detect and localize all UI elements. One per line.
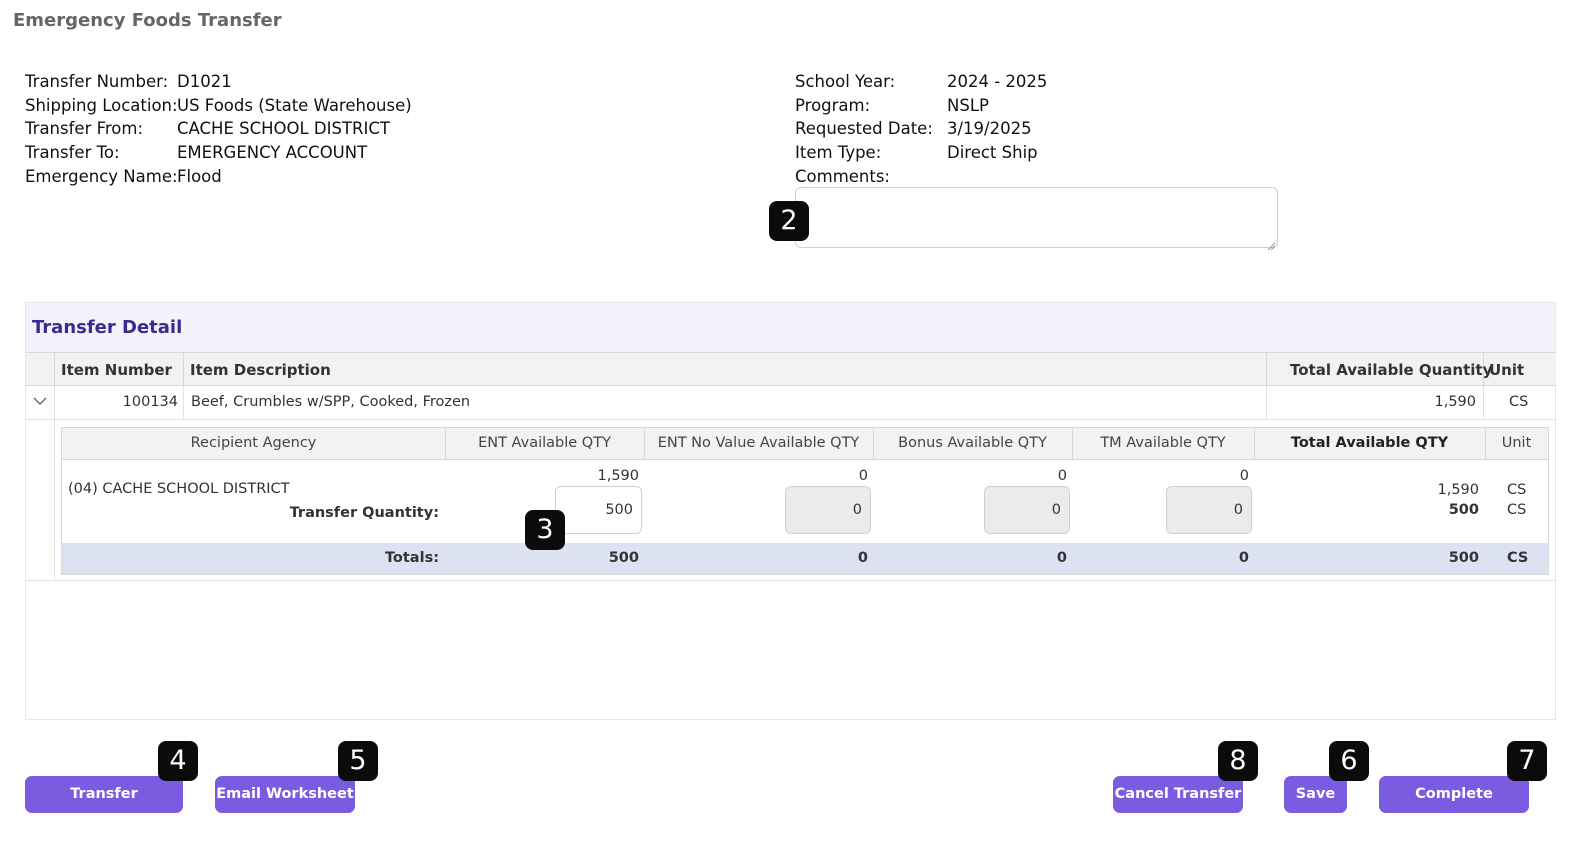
- info-row-transfer-number: Transfer Number: D1021: [25, 70, 412, 94]
- col-bonus-available-qty: Bonus Available QTY: [898, 435, 1047, 451]
- transfer-detail-panel: Transfer Detail Item Number Item Descrip…: [25, 302, 1556, 720]
- total-transfer-value: 500: [1448, 502, 1479, 518]
- item-detail-expanded: Recipient Agency ENT Available QTY ENT N…: [26, 420, 1556, 581]
- totals-unit: CS: [1507, 550, 1529, 566]
- resize-grip-icon[interactable]: [1266, 236, 1276, 251]
- item-unit: CS: [1509, 394, 1529, 410]
- info-value: CACHE SCHOOL DISTRICT: [177, 119, 390, 139]
- info-row-shipping-location: Shipping Location:US Foods (State Wareho…: [25, 94, 412, 118]
- col-total-available-quantity[interactable]: Total Available Quantity: [1290, 361, 1492, 379]
- comments-textarea[interactable]: [795, 187, 1278, 248]
- recipient-row: (04) CACHE SCHOOL DISTRICT Transfer Quan…: [62, 460, 1548, 543]
- total-available-value: 1,590: [1437, 482, 1479, 498]
- transfer-detail-header: Transfer Detail: [26, 303, 1555, 352]
- recipient-table-header: Recipient Agency ENT Available QTY ENT N…: [62, 428, 1548, 460]
- item-total-available: 1,590: [1434, 394, 1476, 410]
- totals-tm: 0: [1238, 550, 1249, 566]
- info-value: 3/19/2025: [947, 119, 1032, 139]
- totals-total: 500: [1448, 550, 1479, 566]
- totals-ent: 500: [608, 550, 639, 566]
- ent-transfer-quantity-input[interactable]: 500: [555, 486, 642, 534]
- info-row-school-year: School Year: 2024 - 2025: [795, 70, 1047, 94]
- info-value: 2024 - 2025: [947, 72, 1048, 91]
- info-label: Item Type:: [795, 143, 882, 163]
- transfer-info-left: Transfer Number: D1021 Shipping Location:…: [25, 70, 412, 188]
- info-label: Requested Date:: [795, 119, 933, 139]
- item-table-header: Item Number Item Description Total Avail…: [26, 352, 1556, 386]
- transfer-detail-title: Transfer Detail: [32, 317, 183, 338]
- totals-ent-no-value: 0: [857, 550, 868, 566]
- annotation-badge-7: 7: [1507, 741, 1547, 781]
- info-row-transfer-from: Transfer From: CACHE SCHOOL DISTRICT: [25, 117, 412, 141]
- col-sub-unit: Unit: [1501, 435, 1532, 451]
- info-value: EMERGENCY ACCOUNT: [177, 143, 368, 163]
- tm-transfer-quantity-input[interactable]: 0: [1166, 486, 1252, 534]
- col-total-available-qty: Total Available QTY: [1290, 435, 1449, 451]
- annotation-badge-2: 2: [769, 201, 809, 241]
- item-description: Beef, Crumbles w/SPP, Cooked, Frozen: [191, 394, 471, 410]
- info-label: Transfer From:: [25, 119, 144, 139]
- col-unit[interactable]: Unit: [1489, 361, 1524, 379]
- info-label: Transfer Number:: [25, 72, 169, 91]
- save-button[interactable]: Save: [1284, 776, 1347, 813]
- transfer-worksheet-button[interactable]: Transfer Worksheet: [25, 776, 183, 839]
- info-row-program: Program: NSLP: [795, 94, 1047, 118]
- ent-no-value-transfer-quantity-input[interactable]: 0: [785, 486, 871, 534]
- tm-available-value: 0: [1239, 468, 1249, 484]
- ent-no-value-available-value: 0: [858, 468, 868, 484]
- annotation-badge-6: 6: [1329, 741, 1369, 781]
- info-value: Direct Ship: [947, 143, 1038, 163]
- info-value: US Foods (State Warehouse): [177, 95, 412, 115]
- col-ent-available-qty: ENT Available QTY: [478, 435, 611, 451]
- totals-label: Totals:: [384, 550, 439, 566]
- info-row-emergency-name: Emergency Name:Flood: [25, 165, 412, 189]
- annotation-badge-5: 5: [338, 741, 378, 781]
- info-row-transfer-to: Transfer To: EMERGENCY ACCOUNT: [25, 141, 412, 165]
- cancel-transfer-button[interactable]: Cancel Transfer: [1113, 776, 1243, 813]
- transfer-quantity-label: Transfer Quantity:: [289, 505, 439, 521]
- totals-row: Totals: 500 0 0 0 500 CS: [62, 543, 1548, 574]
- col-tm-available-qty: TM Available QTY: [1100, 435, 1226, 451]
- comments-label: Comments:: [795, 166, 890, 186]
- unit-transfer-value: CS: [1507, 502, 1527, 518]
- info-label: Program:: [795, 95, 871, 115]
- item-number: 100134: [122, 394, 178, 410]
- info-value: Flood: [177, 166, 222, 186]
- bonus-transfer-quantity-input[interactable]: 0: [984, 486, 1070, 534]
- page-title: Emergency Foods Transfer: [13, 10, 282, 31]
- chevron-down-icon[interactable]: [33, 394, 47, 408]
- recipient-table: Recipient Agency ENT Available QTY ENT N…: [61, 427, 1549, 575]
- unit-available-value: CS: [1507, 482, 1527, 498]
- totals-bonus: 0: [1056, 550, 1067, 566]
- transfer-info-right: School Year: 2024 - 2025 Program: NSLP Req…: [795, 70, 1047, 188]
- info-label: Emergency Name:: [25, 166, 178, 186]
- annotation-badge-4: 4: [158, 741, 198, 781]
- annotation-badge-8: 8: [1218, 741, 1258, 781]
- col-item-description[interactable]: Item Description: [190, 361, 331, 379]
- info-row-comments: Comments:: [795, 165, 1047, 189]
- complete-transfer-button[interactable]: Complete Transfer: [1379, 776, 1529, 839]
- info-value: D1021: [177, 72, 232, 91]
- info-row-requested-date: Requested Date: 3/19/2025: [795, 117, 1047, 141]
- info-label: Transfer To:: [25, 143, 120, 163]
- email-worksheet-button[interactable]: Email Worksheet: [215, 776, 355, 813]
- ent-available-value: 1,590: [597, 468, 639, 484]
- info-value: NSLP: [947, 95, 989, 115]
- annotation-badge-3: 3: [525, 510, 565, 550]
- recipient-agency-name: (04) CACHE SCHOOL DISTRICT: [68, 481, 290, 497]
- bonus-available-value: 0: [1057, 468, 1067, 484]
- col-item-number[interactable]: Item Number: [61, 361, 172, 379]
- col-recipient-agency: Recipient Agency: [190, 435, 317, 451]
- table-row: 100134 Beef, Crumbles w/SPP, Cooked, Fro…: [26, 386, 1556, 420]
- info-row-item-type: Item Type: Direct Ship: [795, 141, 1047, 165]
- col-ent-no-value-available-qty: ENT No Value Available QTY: [657, 435, 860, 451]
- info-label: School Year:: [795, 72, 896, 91]
- info-label: Shipping Location:: [25, 95, 178, 115]
